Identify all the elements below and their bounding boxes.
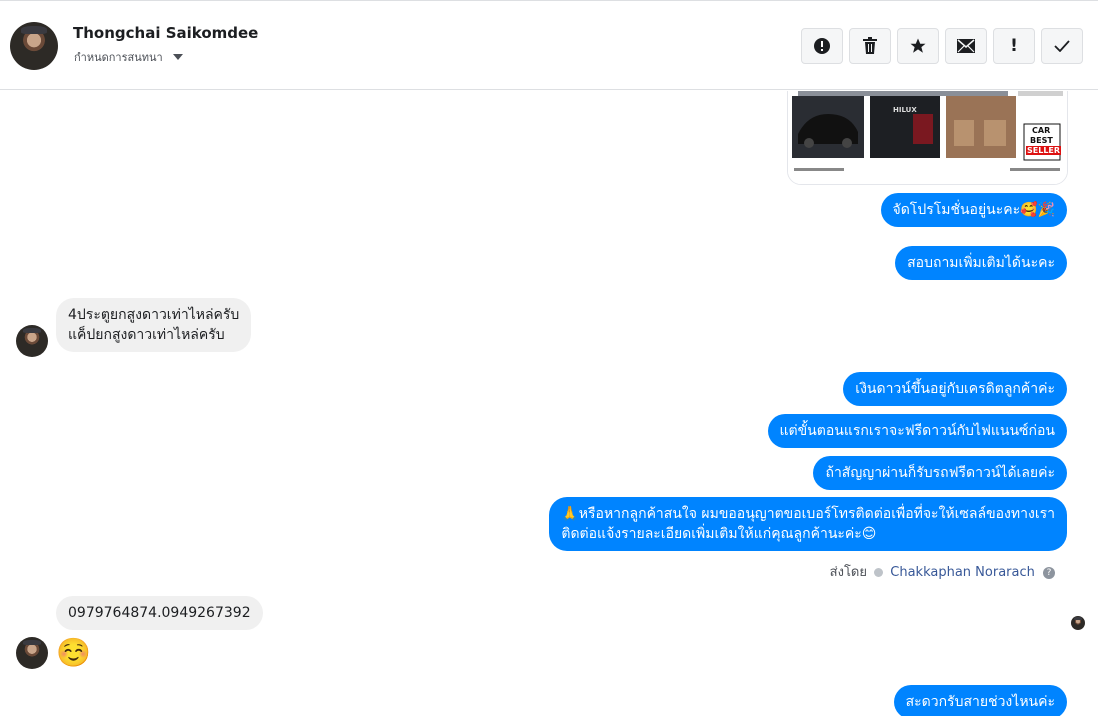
- schedule-label: กำหนดการสนทนา: [74, 51, 163, 64]
- promo-logo-text-3: SELLER: [1026, 146, 1062, 155]
- promo-image-graphic: [788, 91, 1067, 184]
- message-outgoing[interactable]: สอบถามเพิ่มเติมได้นะคะ: [895, 246, 1067, 280]
- trash-icon: [863, 37, 877, 54]
- message-outgoing[interactable]: เงินดาวน์ขึ้นอยู่กับเครดิตลูกค้าค่ะ: [843, 372, 1067, 406]
- message-outgoing[interactable]: จัดโปรโมชั่นอยู่นะคะ🥰🎉: [880, 193, 1067, 227]
- message-line: ติดต่อแจ้งรายละเอียดเพิ่มเติมให้แก่คุณลู…: [561, 526, 877, 542]
- message-outgoing[interactable]: 🙏หรือหากลูกค้าสนใจ ผมขออนุญาตขอเบอร์โทรต…: [549, 497, 1067, 551]
- important-icon: !: [1010, 36, 1018, 56]
- mark-unread-button[interactable]: [945, 28, 987, 64]
- help-icon[interactable]: ?: [1043, 566, 1055, 579]
- avatar[interactable]: [10, 22, 58, 70]
- conversation-schedule[interactable]: กำหนดการสนทนา: [74, 48, 183, 66]
- report-icon: [814, 38, 830, 54]
- sender-avatar[interactable]: [16, 637, 48, 669]
- message-incoming[interactable]: 4ประตูยกสูงดาวเท่าไหล่ครับ แค็ปยกสูงดาวเ…: [56, 298, 252, 352]
- message-outgoing[interactable]: ถ้าสัญญาผ่านก็รับรถฟรีดาวน์ได้เลยค่ะ: [813, 456, 1067, 490]
- message-outgoing[interactable]: แต่ขั้นตอนแรกเราจะฟรีดาวน์กับไฟแนนซ์ก่อน: [767, 414, 1067, 448]
- delete-button[interactable]: [849, 28, 891, 64]
- promo-brand-label: HILUX: [893, 106, 917, 114]
- message-line: 🙏หรือหากลูกค้าสนใจ ผมขออนุญาตขอเบอร์โทรต…: [561, 506, 1055, 522]
- mail-icon: [957, 39, 975, 53]
- chevron-down-icon: [172, 54, 183, 60]
- contact-name[interactable]: Thongchai Saikomdee: [73, 24, 258, 42]
- report-button[interactable]: [801, 28, 843, 64]
- conversation-header: Thongchai Saikomdee กำหนดการสนทนา !: [0, 0, 1098, 90]
- message-outgoing[interactable]: สะดวกรับสายช่วงไหนค่ะ: [893, 685, 1067, 716]
- message-incoming[interactable]: 0979764874.0949267392: [56, 596, 263, 630]
- message-line: แค็ปยกสูงดาวเท่าไหล่ครับ: [68, 327, 225, 343]
- sent-by-info: ส่งโดย Chakkaphan Norarach ?: [830, 561, 1055, 582]
- sent-by-name[interactable]: Chakkaphan Norarach: [890, 565, 1035, 580]
- message-emoji[interactable]: ☺️: [56, 637, 91, 669]
- header-toolbar: !: [801, 28, 1083, 64]
- promo-logo-text-1: CAR: [1032, 126, 1051, 135]
- star-icon: [910, 38, 926, 53]
- promo-image[interactable]: HILUX CAR BEST SELLER: [787, 91, 1068, 185]
- verified-icon: [874, 568, 884, 577]
- sent-by-label: ส่งโดย: [829, 565, 867, 580]
- mark-important-button[interactable]: !: [993, 28, 1035, 64]
- promo-logo-text-2: BEST: [1030, 136, 1053, 145]
- mark-done-button[interactable]: [1041, 28, 1083, 64]
- message-thread[interactable]: HILUX CAR BEST SELLER จัดโปรโมชั่นอยู่นะ…: [0, 91, 1098, 716]
- check-icon: [1054, 40, 1070, 52]
- star-button[interactable]: [897, 28, 939, 64]
- sender-avatar[interactable]: [16, 325, 48, 357]
- seen-avatar: [1071, 616, 1085, 630]
- message-line: 4ประตูยกสูงดาวเท่าไหล่ครับ: [68, 307, 240, 323]
